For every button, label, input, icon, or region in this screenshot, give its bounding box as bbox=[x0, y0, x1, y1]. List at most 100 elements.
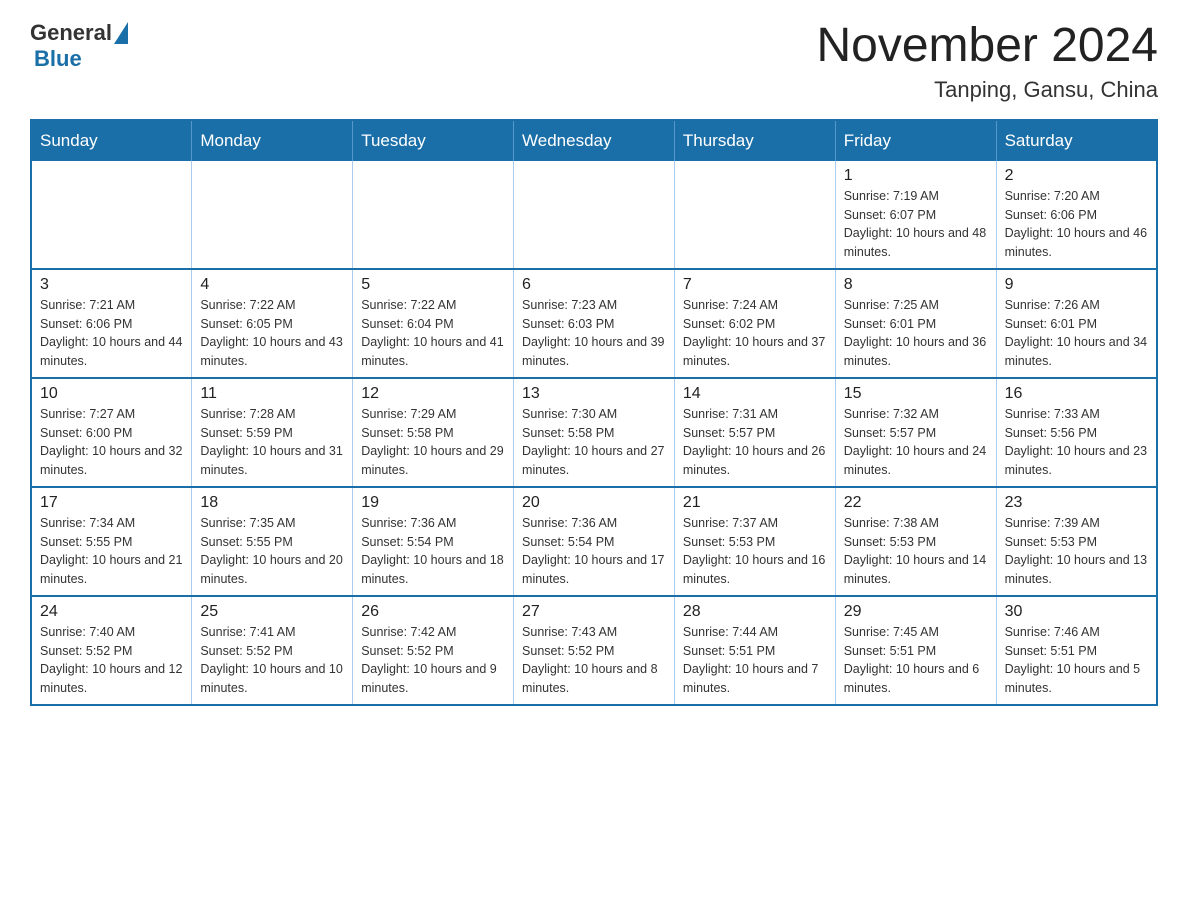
calendar-day-cell: 13Sunrise: 7:30 AMSunset: 5:58 PMDayligh… bbox=[514, 378, 675, 487]
weekday-header-thursday: Thursday bbox=[674, 120, 835, 161]
logo-blue-text: Blue bbox=[34, 46, 82, 72]
day-number: 24 bbox=[40, 603, 183, 621]
calendar-day-cell: 16 Sunrise: 7:33 AMSunset: 5:56 PMDayligh… bbox=[996, 378, 1157, 487]
day-info: Sunrise: 7:39 AMSunset: 5:53 PMDaylight:… bbox=[1005, 514, 1148, 589]
day-number: 17 bbox=[40, 494, 183, 512]
calendar-day-cell: 10Sunrise: 7:27 AMSunset: 6:00 PMDayligh… bbox=[31, 378, 192, 487]
day-number: 28 bbox=[683, 603, 827, 621]
day-number: 15 bbox=[844, 385, 988, 403]
calendar-day-cell: 1 Sunrise: 7:19 AMSunset: 6:07 PMDaylight… bbox=[835, 161, 996, 269]
day-info: Sunrise: 7:28 AMSunset: 5:59 PMDaylight:… bbox=[200, 405, 344, 480]
day-info: Sunrise: 7:41 AMSunset: 5:52 PMDaylight:… bbox=[200, 623, 344, 698]
month-title: November 2024 bbox=[816, 20, 1158, 73]
calendar-day-cell: 9 Sunrise: 7:26 AMSunset: 6:01 PMDaylight… bbox=[996, 269, 1157, 378]
calendar-day-cell: 25Sunrise: 7:41 AMSunset: 5:52 PMDayligh… bbox=[192, 596, 353, 705]
calendar-week-row: 3 Sunrise: 7:21 AMSunset: 6:06 PMDaylight… bbox=[31, 269, 1157, 378]
location-title: Tanping, Gansu, China bbox=[816, 77, 1158, 103]
calendar-table: SundayMondayTuesdayWednesdayThursdayFrid… bbox=[30, 119, 1158, 706]
day-info: Sunrise: 7:40 AMSunset: 5:52 PMDaylight:… bbox=[40, 623, 183, 698]
calendar-day-cell: 28 Sunrise: 7:44 AMSunset: 5:51 PMDayligh… bbox=[674, 596, 835, 705]
calendar-day-cell: 19 Sunrise: 7:36 AMSunset: 5:54 PMDayligh… bbox=[353, 487, 514, 596]
day-info: Sunrise: 7:33 AMSunset: 5:56 PMDaylight:… bbox=[1005, 405, 1148, 480]
calendar-week-row: 24 Sunrise: 7:40 AMSunset: 5:52 PMDayligh… bbox=[31, 596, 1157, 705]
day-info: Sunrise: 7:34 AMSunset: 5:55 PMDaylight:… bbox=[40, 514, 183, 589]
weekday-header-wednesday: Wednesday bbox=[514, 120, 675, 161]
calendar-day-cell bbox=[674, 161, 835, 269]
day-info: Sunrise: 7:42 AMSunset: 5:52 PMDaylight:… bbox=[361, 623, 505, 698]
day-info: Sunrise: 7:21 AMSunset: 6:06 PMDaylight:… bbox=[40, 296, 183, 371]
weekday-header-monday: Monday bbox=[192, 120, 353, 161]
calendar-day-cell: 18 Sunrise: 7:35 AMSunset: 5:55 PMDayligh… bbox=[192, 487, 353, 596]
day-info: Sunrise: 7:36 AMSunset: 5:54 PMDaylight:… bbox=[522, 514, 666, 589]
calendar-week-row: 1 Sunrise: 7:19 AMSunset: 6:07 PMDaylight… bbox=[31, 161, 1157, 269]
calendar-day-cell: 27 Sunrise: 7:43 AMSunset: 5:52 PMDayligh… bbox=[514, 596, 675, 705]
day-info: Sunrise: 7:20 AMSunset: 6:06 PMDaylight:… bbox=[1005, 187, 1148, 262]
day-number: 12 bbox=[361, 385, 505, 403]
day-number: 18 bbox=[200, 494, 344, 512]
day-info: Sunrise: 7:31 AMSunset: 5:57 PMDaylight:… bbox=[683, 405, 827, 480]
calendar-day-cell bbox=[192, 161, 353, 269]
day-number: 7 bbox=[683, 276, 827, 294]
day-number: 10 bbox=[40, 385, 183, 403]
day-number: 16 bbox=[1005, 385, 1148, 403]
calendar-header-row: SundayMondayTuesdayWednesdayThursdayFrid… bbox=[31, 120, 1157, 161]
calendar-day-cell: 14Sunrise: 7:31 AMSunset: 5:57 PMDayligh… bbox=[674, 378, 835, 487]
day-info: Sunrise: 7:46 AMSunset: 5:51 PMDaylight:… bbox=[1005, 623, 1148, 698]
day-number: 20 bbox=[522, 494, 666, 512]
day-number: 27 bbox=[522, 603, 666, 621]
day-number: 19 bbox=[361, 494, 505, 512]
calendar-day-cell: 26 Sunrise: 7:42 AMSunset: 5:52 PMDayligh… bbox=[353, 596, 514, 705]
day-number: 23 bbox=[1005, 494, 1148, 512]
page-header: General Blue November 2024 Tanping, Gans… bbox=[30, 20, 1158, 103]
calendar-week-row: 10Sunrise: 7:27 AMSunset: 6:00 PMDayligh… bbox=[31, 378, 1157, 487]
logo-general-text: General bbox=[30, 20, 112, 46]
calendar-day-cell: 21 Sunrise: 7:37 AMSunset: 5:53 PMDayligh… bbox=[674, 487, 835, 596]
calendar-day-cell: 23 Sunrise: 7:39 AMSunset: 5:53 PMDayligh… bbox=[996, 487, 1157, 596]
title-block: November 2024 Tanping, Gansu, China bbox=[816, 20, 1158, 103]
day-number: 30 bbox=[1005, 603, 1148, 621]
logo-top: General bbox=[30, 20, 128, 46]
day-number: 2 bbox=[1005, 167, 1148, 185]
day-number: 4 bbox=[200, 276, 344, 294]
calendar-day-cell: 3 Sunrise: 7:21 AMSunset: 6:06 PMDaylight… bbox=[31, 269, 192, 378]
logo: General Blue bbox=[30, 20, 128, 72]
day-info: Sunrise: 7:36 AMSunset: 5:54 PMDaylight:… bbox=[361, 514, 505, 589]
calendar-day-cell: 6 Sunrise: 7:23 AMSunset: 6:03 PMDaylight… bbox=[514, 269, 675, 378]
day-number: 13 bbox=[522, 385, 666, 403]
calendar-day-cell: 12Sunrise: 7:29 AMSunset: 5:58 PMDayligh… bbox=[353, 378, 514, 487]
day-info: Sunrise: 7:32 AMSunset: 5:57 PMDaylight:… bbox=[844, 405, 988, 480]
calendar-day-cell: 30 Sunrise: 7:46 AMSunset: 5:51 PMDayligh… bbox=[996, 596, 1157, 705]
day-number: 6 bbox=[522, 276, 666, 294]
weekday-header-sunday: Sunday bbox=[31, 120, 192, 161]
calendar-day-cell: 5 Sunrise: 7:22 AMSunset: 6:04 PMDaylight… bbox=[353, 269, 514, 378]
weekday-header-saturday: Saturday bbox=[996, 120, 1157, 161]
day-info: Sunrise: 7:19 AMSunset: 6:07 PMDaylight:… bbox=[844, 187, 988, 262]
day-info: Sunrise: 7:35 AMSunset: 5:55 PMDaylight:… bbox=[200, 514, 344, 589]
calendar-day-cell: 17 Sunrise: 7:34 AMSunset: 5:55 PMDayligh… bbox=[31, 487, 192, 596]
calendar-day-cell bbox=[353, 161, 514, 269]
day-number: 5 bbox=[361, 276, 505, 294]
weekday-header-tuesday: Tuesday bbox=[353, 120, 514, 161]
logo-triangle-icon bbox=[114, 22, 128, 44]
day-info: Sunrise: 7:44 AMSunset: 5:51 PMDaylight:… bbox=[683, 623, 827, 698]
calendar-day-cell: 8Sunrise: 7:25 AMSunset: 6:01 PMDaylight… bbox=[835, 269, 996, 378]
day-info: Sunrise: 7:23 AMSunset: 6:03 PMDaylight:… bbox=[522, 296, 666, 371]
day-info: Sunrise: 7:37 AMSunset: 5:53 PMDaylight:… bbox=[683, 514, 827, 589]
calendar-week-row: 17 Sunrise: 7:34 AMSunset: 5:55 PMDayligh… bbox=[31, 487, 1157, 596]
day-number: 26 bbox=[361, 603, 505, 621]
day-number: 1 bbox=[844, 167, 988, 185]
day-info: Sunrise: 7:26 AMSunset: 6:01 PMDaylight:… bbox=[1005, 296, 1148, 371]
day-info: Sunrise: 7:22 AMSunset: 6:04 PMDaylight:… bbox=[361, 296, 505, 371]
day-info: Sunrise: 7:43 AMSunset: 5:52 PMDaylight:… bbox=[522, 623, 666, 698]
calendar-day-cell: 22 Sunrise: 7:38 AMSunset: 5:53 PMDayligh… bbox=[835, 487, 996, 596]
day-number: 22 bbox=[844, 494, 988, 512]
day-info: Sunrise: 7:24 AMSunset: 6:02 PMDaylight:… bbox=[683, 296, 827, 371]
day-number: 11 bbox=[200, 385, 344, 403]
calendar-day-cell bbox=[31, 161, 192, 269]
day-info: Sunrise: 7:38 AMSunset: 5:53 PMDaylight:… bbox=[844, 514, 988, 589]
day-number: 21 bbox=[683, 494, 827, 512]
calendar-day-cell bbox=[514, 161, 675, 269]
day-number: 9 bbox=[1005, 276, 1148, 294]
calendar-day-cell: 11 Sunrise: 7:28 AMSunset: 5:59 PMDayligh… bbox=[192, 378, 353, 487]
day-number: 3 bbox=[40, 276, 183, 294]
